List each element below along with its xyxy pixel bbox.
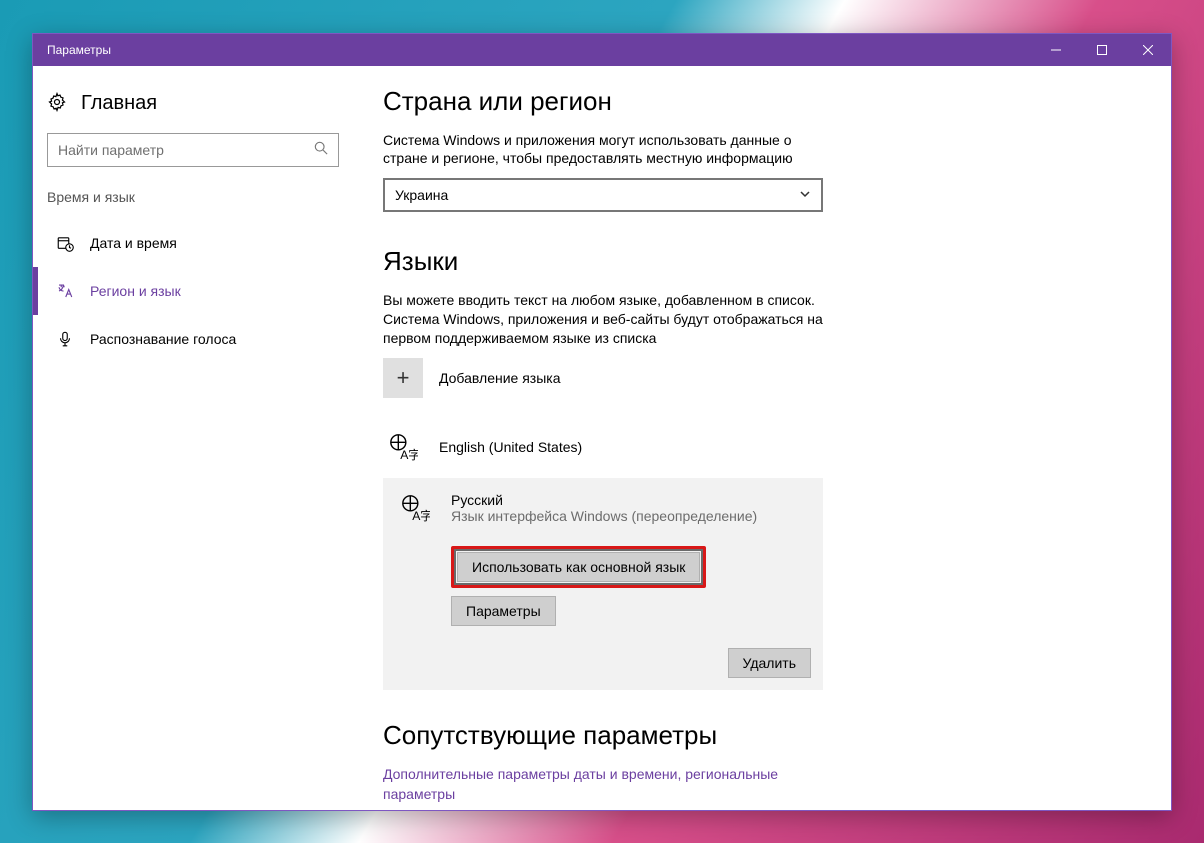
sidebar-home-label: Главная [67, 92, 157, 115]
language-item-russian: A字 Русский Язык интерфейса Windows (пере… [383, 478, 823, 690]
sidebar-item-label: Дата и время [74, 235, 177, 251]
sidebar-item-date-time[interactable]: Дата и время [33, 219, 353, 267]
close-button[interactable] [1125, 34, 1171, 66]
add-language[interactable]: + Добавление языка [383, 358, 933, 398]
sidebar-item-label: Регион и язык [74, 283, 181, 299]
related-heading: Сопутствующие параметры [383, 720, 933, 751]
sidebar-category: Время и язык [33, 189, 353, 219]
titlebar: Параметры [33, 34, 1171, 66]
calendar-clock-icon [56, 234, 74, 252]
region-desc: Система Windows и приложения могут испол… [383, 131, 823, 169]
language-name: Русский [451, 492, 757, 508]
sidebar-item-label: Распознавание голоса [74, 331, 236, 347]
plus-icon: + [383, 358, 423, 398]
maximize-button[interactable] [1079, 34, 1125, 66]
sidebar: Главная Время и язык Дата и [33, 66, 353, 810]
settings-window: Параметры Главная [32, 33, 1172, 811]
svg-text:A字: A字 [412, 508, 430, 523]
svg-text:A字: A字 [400, 447, 418, 462]
window-controls [1033, 34, 1171, 66]
gear-icon [47, 92, 67, 115]
language-buttons-row1: Использовать как основной язык Параметры [395, 546, 811, 626]
search-input[interactable] [58, 142, 314, 158]
language-glyph-icon: A字 [395, 493, 435, 523]
country-select[interactable]: Украина [383, 178, 823, 212]
language-remove-button[interactable]: Удалить [728, 648, 811, 678]
sidebar-item-region-language[interactable]: Регион и язык [33, 267, 353, 315]
language-glyph-icon: A字 [383, 432, 423, 462]
language-subtitle: Язык интерфейса Windows (переопределение… [451, 508, 757, 524]
language-icon [56, 282, 74, 300]
search-input-wrap[interactable] [47, 133, 339, 167]
set-default-button[interactable]: Использовать как основной язык [457, 552, 700, 582]
content-area: Главная Время и язык Дата и [33, 66, 1171, 810]
add-language-label: Добавление языка [439, 370, 561, 386]
language-name: English (United States) [439, 439, 582, 455]
languages-desc: Вы можете вводить текст на любом языке, … [383, 291, 823, 348]
search-icon [314, 141, 328, 158]
main-panel: Страна или регион Система Windows и прил… [353, 66, 973, 810]
microphone-icon [56, 330, 74, 348]
related-section: Сопутствующие параметры Дополнительные п… [383, 720, 933, 804]
window-title: Параметры [33, 43, 1033, 57]
chevron-down-icon [799, 187, 811, 203]
highlight-frame: Использовать как основной язык [451, 546, 706, 588]
language-item-english[interactable]: A字 English (United States) [383, 422, 933, 472]
region-heading: Страна или регион [383, 86, 933, 117]
sidebar-item-speech[interactable]: Распознавание голоса [33, 315, 353, 363]
language-row[interactable]: A字 Русский Язык интерфейса Windows (пере… [395, 492, 811, 524]
sidebar-home[interactable]: Главная [33, 88, 353, 133]
language-buttons-row2: Удалить [395, 648, 811, 678]
minimize-button[interactable] [1033, 34, 1079, 66]
country-selected: Украина [395, 187, 448, 203]
related-link[interactable]: Дополнительные параметры даты и времени,… [383, 765, 823, 804]
language-options-button[interactable]: Параметры [451, 596, 556, 626]
languages-heading: Языки [383, 246, 933, 277]
